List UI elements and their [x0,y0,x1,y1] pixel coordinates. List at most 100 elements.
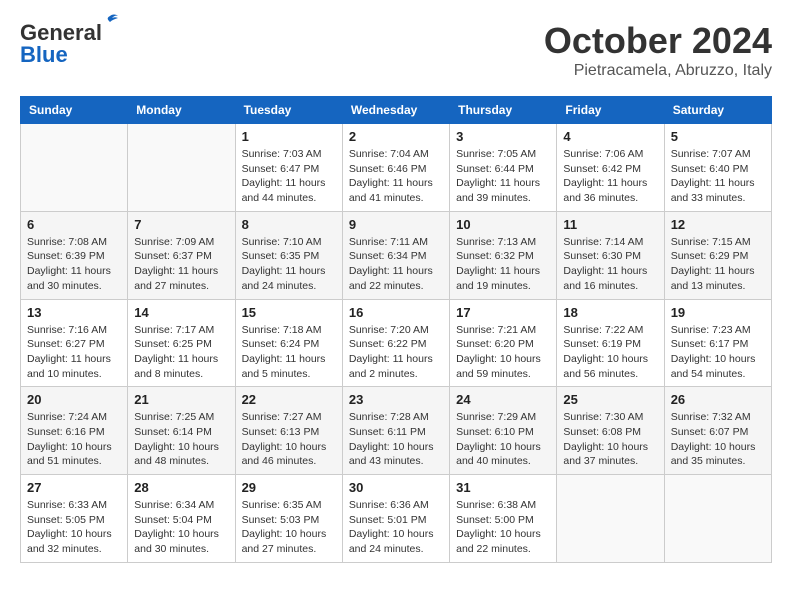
day-number: 15 [242,305,336,320]
calendar-cell: 28 Sunrise: 6:34 AMSunset: 5:04 PMDayligh… [128,475,235,563]
calendar-header-row: SundayMondayTuesdayWednesdayThursdayFrid… [21,97,772,124]
calendar-cell: 27 Sunrise: 6:33 AMSunset: 5:05 PMDayligh… [21,475,128,563]
day-number: 28 [134,480,228,495]
day-info: Sunrise: 7:27 AMSunset: 6:13 PMDaylight:… [242,410,336,469]
calendar-cell: 17 Sunrise: 7:21 AMSunset: 6:20 PMDayligh… [450,299,557,387]
day-info: Sunrise: 7:28 AMSunset: 6:11 PMDaylight:… [349,410,443,469]
day-info: Sunrise: 6:34 AMSunset: 5:04 PMDaylight:… [134,498,228,557]
day-info: Sunrise: 7:23 AMSunset: 6:17 PMDaylight:… [671,323,765,382]
day-number: 13 [27,305,121,320]
day-number: 14 [134,305,228,320]
day-info: Sunrise: 7:03 AMSunset: 6:47 PMDaylight:… [242,147,336,206]
calendar-cell: 8 Sunrise: 7:10 AMSunset: 6:35 PMDaylight… [235,211,342,299]
calendar-week-2: 6 Sunrise: 7:08 AMSunset: 6:39 PMDaylight… [21,211,772,299]
day-number: 4 [563,129,657,144]
day-info: Sunrise: 7:10 AMSunset: 6:35 PMDaylight:… [242,235,336,294]
calendar-cell: 26Sunrise: 7:32 AMSunset: 6:07 PMDayligh… [664,387,771,475]
day-number: 3 [456,129,550,144]
location: Pietracamela, Abruzzo, Italy [544,62,772,80]
day-number: 6 [27,217,121,232]
day-number: 25 [563,392,657,407]
weekday-header-sunday: Sunday [21,97,128,124]
day-number: 19 [671,305,765,320]
day-number: 17 [456,305,550,320]
day-number: 10 [456,217,550,232]
day-info: Sunrise: 7:25 AMSunset: 6:14 PMDaylight:… [134,410,228,469]
calendar-cell: 6 Sunrise: 7:08 AMSunset: 6:39 PMDaylight… [21,211,128,299]
calendar-cell [128,124,235,212]
day-info: Sunrise: 6:33 AMSunset: 5:05 PMDaylight:… [27,498,121,557]
calendar-cell: 1Sunrise: 7:03 AMSunset: 6:47 PMDaylight… [235,124,342,212]
calendar-cell [664,475,771,563]
calendar-cell: 9Sunrise: 7:11 AMSunset: 6:34 PMDaylight… [342,211,449,299]
day-info: Sunrise: 7:15 AMSunset: 6:29 PMDaylight:… [671,235,765,294]
logo: General Blue [20,20,102,68]
day-info: Sunrise: 7:16 AMSunset: 6:27 PMDaylight:… [27,323,121,382]
day-number: 2 [349,129,443,144]
day-info: Sunrise: 7:20 AMSunset: 6:22 PMDaylight:… [349,323,443,382]
day-number: 24 [456,392,550,407]
day-number: 11 [563,217,657,232]
logo-general: General [20,20,102,45]
day-number: 12 [671,217,765,232]
calendar-week-5: 27 Sunrise: 6:33 AMSunset: 5:05 PMDayligh… [21,475,772,563]
day-number: 20 [27,392,121,407]
day-number: 22 [242,392,336,407]
day-info: Sunrise: 7:29 AMSunset: 6:10 PMDaylight:… [456,410,550,469]
weekday-header-monday: Monday [128,97,235,124]
day-info: Sunrise: 7:21 AMSunset: 6:20 PMDaylight:… [456,323,550,382]
day-info: Sunrise: 7:13 AMSunset: 6:32 PMDaylight:… [456,235,550,294]
day-info: Sunrise: 7:04 AMSunset: 6:46 PMDaylight:… [349,147,443,206]
calendar-cell: 29 Sunrise: 6:35 AMSunset: 5:03 PMDayligh… [235,475,342,563]
day-info: Sunrise: 7:11 AMSunset: 6:34 PMDaylight:… [349,235,443,294]
day-info: Sunrise: 7:17 AMSunset: 6:25 PMDaylight:… [134,323,228,382]
day-number: 21 [134,392,228,407]
calendar-table: SundayMondayTuesdayWednesdayThursdayFrid… [20,96,772,563]
calendar-cell: 19 Sunrise: 7:23 AMSunset: 6:17 PMDayligh… [664,299,771,387]
calendar-cell: 10 Sunrise: 7:13 AMSunset: 6:32 PMDayligh… [450,211,557,299]
calendar-cell: 16 Sunrise: 7:20 AMSunset: 6:22 PMDayligh… [342,299,449,387]
day-info: Sunrise: 7:18 AMSunset: 6:24 PMDaylight:… [242,323,336,382]
calendar-cell: 25Sunrise: 7:30 AMSunset: 6:08 PMDayligh… [557,387,664,475]
calendar-cell: 24 Sunrise: 7:29 AMSunset: 6:10 PMDayligh… [450,387,557,475]
calendar-cell: 4 Sunrise: 7:06 AMSunset: 6:42 PMDaylight… [557,124,664,212]
calendar-cell: 20Sunrise: 7:24 AMSunset: 6:16 PMDayligh… [21,387,128,475]
calendar-cell: 12 Sunrise: 7:15 AMSunset: 6:29 PMDayligh… [664,211,771,299]
day-info: Sunrise: 6:38 AMSunset: 5:00 PMDaylight:… [456,498,550,557]
calendar-cell: 13 Sunrise: 7:16 AMSunset: 6:27 PMDayligh… [21,299,128,387]
day-info: Sunrise: 7:07 AMSunset: 6:40 PMDaylight:… [671,147,765,206]
calendar-cell: 3 Sunrise: 7:05 AMSunset: 6:44 PMDaylight… [450,124,557,212]
day-number: 30 [349,480,443,495]
day-info: Sunrise: 7:08 AMSunset: 6:39 PMDaylight:… [27,235,121,294]
day-number: 8 [242,217,336,232]
day-number: 18 [563,305,657,320]
day-number: 7 [134,217,228,232]
calendar-cell [557,475,664,563]
calendar-cell: 5Sunrise: 7:07 AMSunset: 6:40 PMDaylight… [664,124,771,212]
logo-bird-icon [100,12,120,32]
day-number: 31 [456,480,550,495]
weekday-header-wednesday: Wednesday [342,97,449,124]
day-number: 16 [349,305,443,320]
calendar-week-3: 13 Sunrise: 7:16 AMSunset: 6:27 PMDayligh… [21,299,772,387]
day-number: 27 [27,480,121,495]
day-info: Sunrise: 7:06 AMSunset: 6:42 PMDaylight:… [563,147,657,206]
calendar-cell [21,124,128,212]
day-info: Sunrise: 7:05 AMSunset: 6:44 PMDaylight:… [456,147,550,206]
calendar-cell: 30Sunrise: 6:36 AMSunset: 5:01 PMDayligh… [342,475,449,563]
weekday-header-thursday: Thursday [450,97,557,124]
weekday-header-friday: Friday [557,97,664,124]
day-number: 29 [242,480,336,495]
calendar-cell: 22 Sunrise: 7:27 AMSunset: 6:13 PMDayligh… [235,387,342,475]
day-info: Sunrise: 7:14 AMSunset: 6:30 PMDaylight:… [563,235,657,294]
title-block: October 2024 Pietracamela, Abruzzo, Ital… [544,20,772,80]
weekday-header-tuesday: Tuesday [235,97,342,124]
weekday-header-saturday: Saturday [664,97,771,124]
calendar-cell: 7Sunrise: 7:09 AMSunset: 6:37 PMDaylight… [128,211,235,299]
calendar-cell: 11 Sunrise: 7:14 AMSunset: 6:30 PMDayligh… [557,211,664,299]
calendar-week-1: 1Sunrise: 7:03 AMSunset: 6:47 PMDaylight… [21,124,772,212]
day-info: Sunrise: 6:35 AMSunset: 5:03 PMDaylight:… [242,498,336,557]
calendar-cell: 23Sunrise: 7:28 AMSunset: 6:11 PMDayligh… [342,387,449,475]
month-title: October 2024 [544,20,772,62]
day-number: 26 [671,392,765,407]
